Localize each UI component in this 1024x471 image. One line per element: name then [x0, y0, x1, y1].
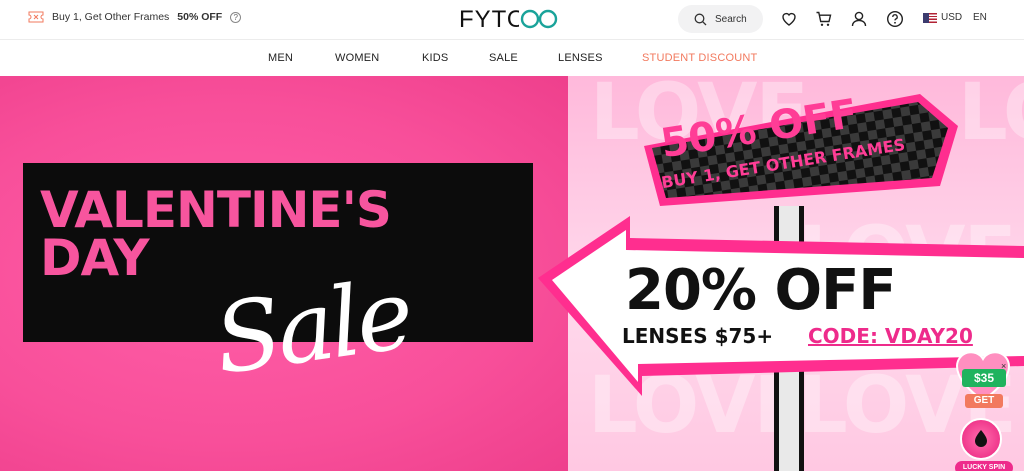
lucky-spin-label[interactable]: LUCKY SPIN — [955, 461, 1013, 471]
currency-selector[interactable]: USD — [923, 12, 962, 23]
heart-icon[interactable] — [780, 10, 798, 28]
nav-kids[interactable]: KIDS — [422, 52, 448, 64]
lucky-spin-button[interactable] — [960, 418, 1002, 460]
ticket-icon — [28, 11, 44, 23]
help-icon[interactable]: ? — [230, 11, 242, 23]
top-bar: Buy 1, Get Other Frames 50% OFF ? FYTOO … — [0, 0, 1024, 40]
close-icon[interactable]: × — [1001, 361, 1006, 371]
promo-text: Buy 1, Get Other Frames — [52, 11, 170, 23]
promo-highlight: 50% OFF — [177, 11, 223, 23]
search-label: Search — [715, 13, 747, 25]
cart-icon[interactable] — [815, 10, 833, 28]
coupon-get-button[interactable]: GET — [965, 394, 1003, 408]
help-circle-icon[interactable] — [886, 10, 904, 28]
arrow-subline: LENSES $75+ — [622, 324, 774, 348]
hero-title-line1: VALENTINE'S — [40, 181, 392, 239]
us-flag-icon — [923, 12, 937, 23]
language-selector[interactable]: EN — [973, 12, 987, 23]
hero-banner[interactable]: LOVE LOVE LOVE LOVE LOVE VALENTINE'S DAY… — [0, 76, 1024, 471]
fytoo-logo[interactable]: FYTOO — [459, 6, 563, 32]
drop-icon — [975, 430, 987, 447]
search-icon — [694, 13, 707, 25]
arrow-headline: 20% OFF — [625, 258, 897, 323]
account-icon[interactable] — [850, 10, 868, 28]
nav-lenses[interactable]: LENSES — [558, 52, 603, 64]
nav-women[interactable]: WOMEN — [335, 52, 379, 64]
promo-banner[interactable]: Buy 1, Get Other Frames 50% OFF ? — [28, 11, 242, 23]
nav-men[interactable]: MEN — [268, 52, 293, 64]
main-nav: MEN WOMEN KIDS SALE LENSES STUDENT DISCO… — [0, 40, 1024, 76]
nav-student-discount[interactable]: STUDENT DISCOUNT — [642, 52, 757, 64]
search-button[interactable]: Search — [678, 5, 763, 33]
nav-sale[interactable]: SALE — [489, 52, 518, 64]
currency-label: USD — [941, 12, 963, 23]
coupon-amount[interactable]: $35 — [962, 369, 1006, 387]
